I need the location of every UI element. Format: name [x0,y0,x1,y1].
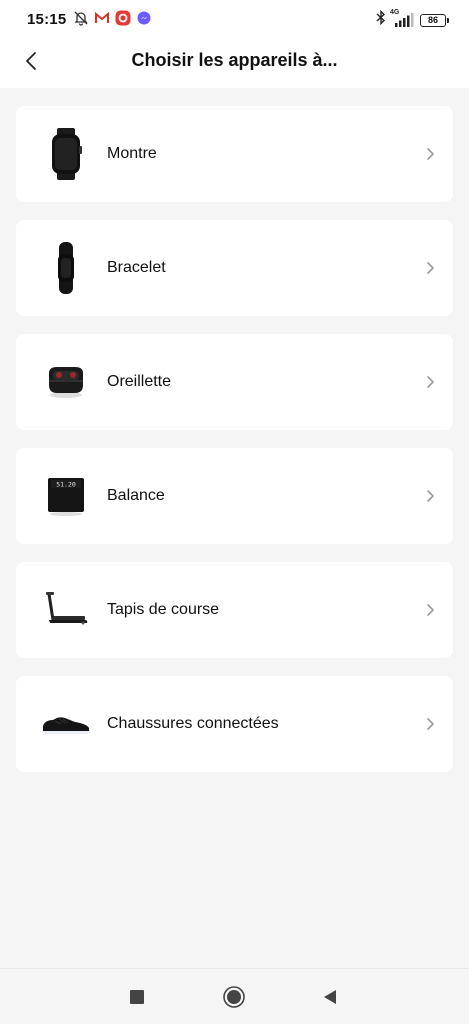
status-time: 15:15 [27,11,67,28]
network-label: 4G [390,9,400,16]
device-list: Montre Bracelet Oreillette 51.20 Balance… [16,106,453,790]
watch-image [38,124,94,184]
scale-image: 51.20 [38,466,94,526]
top-bar: 15:15 4G 86 Choisir les appareils à... [0,0,469,88]
chevron-right-icon [427,376,434,388]
device-card-bracelet[interactable]: Bracelet [16,220,453,316]
back-button[interactable] [16,46,46,76]
scale-display-text: 51.20 [56,481,76,489]
bluetooth-icon [376,9,386,30]
device-label: Chaussures connectées [107,715,279,732]
device-card-tapis-de-course[interactable]: Tapis de course [16,562,453,658]
treadmill-image [38,580,94,640]
back-nav-button[interactable] [318,985,342,1009]
header: Choisir les appareils à... [0,40,469,84]
square-icon [130,990,144,1004]
shoe-image [38,694,94,754]
chevron-right-icon [427,148,434,160]
status-notification-icons [73,10,151,31]
chevron-right-icon [427,604,434,616]
device-label: Montre [107,145,157,162]
circle-icon [223,986,245,1008]
band-image [38,238,94,298]
signal-icon: 4G [390,9,414,27]
home-button[interactable] [222,985,246,1009]
device-card-montre[interactable]: Montre [16,106,453,202]
status-bar: 15:15 4G 86 [0,0,469,40]
device-label: Balance [107,487,165,504]
device-label: Oreillette [107,373,172,390]
device-card-chaussures-connectees[interactable]: Chaussures connectées [16,676,453,772]
device-card-balance[interactable]: 51.20 Balance [16,448,453,544]
screen: 15:15 4G 86 Choisir les appareils à... M… [0,0,469,1024]
app-notification-icon [115,10,131,31]
messenger-icon [137,11,151,30]
recents-button[interactable] [125,985,149,1009]
navigation-bar [0,968,469,1024]
device-label: Tapis de course [107,601,220,618]
mute-bell-icon [73,10,89,31]
device-card-oreillette[interactable]: Oreillette [16,334,453,430]
chevron-right-icon [427,490,434,502]
chevron-right-icon [427,262,434,274]
earbuds-image [38,352,94,412]
battery-icon: 86 [420,13,449,27]
page-title: Choisir les appareils à... [131,50,338,70]
chevron-left-icon [26,52,36,70]
device-label: Bracelet [107,259,166,276]
triangle-back-icon [324,990,336,1004]
gmail-icon [95,11,109,29]
chevron-right-icon [427,718,434,730]
status-system-icons: 4G 86 [376,9,449,30]
